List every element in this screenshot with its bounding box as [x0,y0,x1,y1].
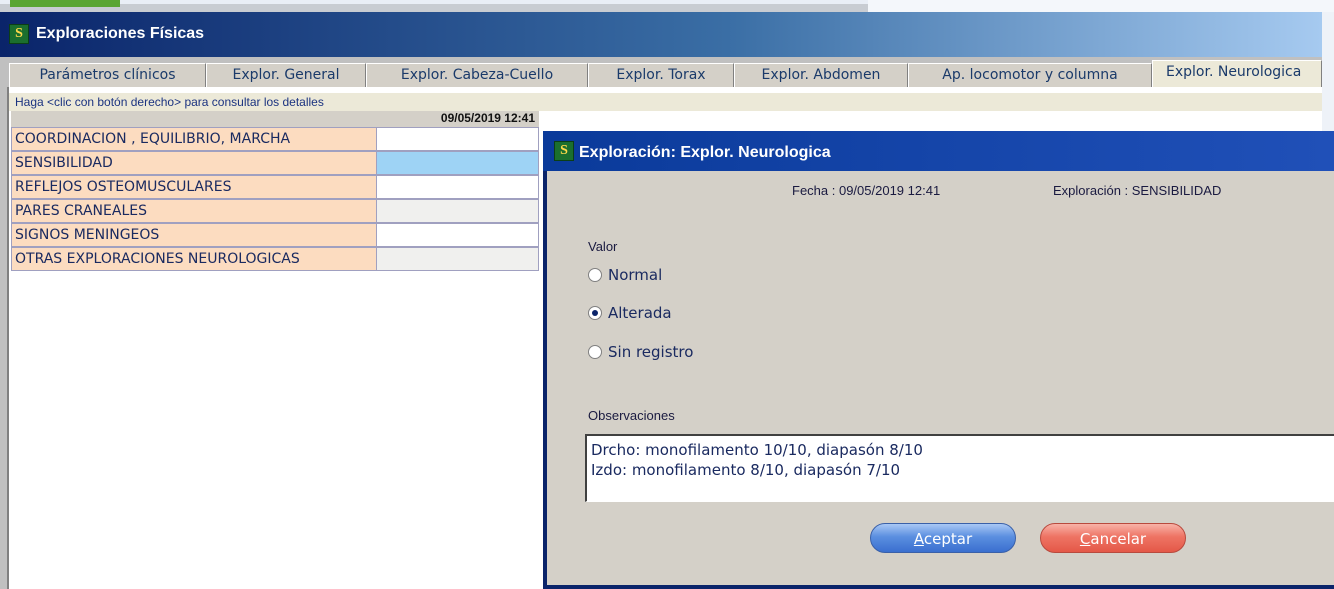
grid-row-label: PARES CRANEALES [11,199,377,223]
grid-row-label: REFLEJOS OSTEOMUSCULARES [11,175,377,199]
aceptar-label: ceptar [923,530,973,548]
grid-row-label: SIGNOS MENINGEOS [11,223,377,247]
grid-cell[interactable] [377,175,539,199]
grid-row-reflejos[interactable]: REFLEJOS OSTEOMUSCULARES [11,175,539,199]
tab-explor-abdomen[interactable]: Explor. Abdomen [734,63,908,87]
dialog-titlebar[interactable]: S Exploración: Explor. Neurologica [543,131,1334,171]
tab-explor-cabeza-cuello[interactable]: Explor. Cabeza-Cuello [366,63,588,87]
grid-row-pares-craneales[interactable]: PARES CRANEALES [11,199,539,223]
radio-sin-registro-circle[interactable] [588,345,602,359]
background-edge [1322,12,1334,132]
grid-cell[interactable] [377,247,539,271]
grid-cell-selected[interactable] [377,151,539,175]
tab-explor-torax[interactable]: Explor. Torax [588,63,734,87]
dialog-fecha: Fecha : 09/05/2019 12:41 [792,183,941,198]
cancelar-button[interactable]: Cancelar [1040,523,1186,553]
tab-ap-locomotor-columna[interactable]: Ap. locomotor y columna [908,63,1152,87]
grid-row-signos-meningeos[interactable]: SIGNOS MENINGEOS [11,223,539,247]
aceptar-mnemonic: A [913,530,924,548]
grid-header-blank [11,111,377,127]
tab-parametros-clinicos[interactable]: Parámetros clínicos [9,63,206,87]
radio-normal[interactable]: Normal [588,266,788,286]
grid-cell[interactable] [377,127,539,151]
grid-row-coordinacion[interactable]: COORDINACION , EQUILIBRIO, MARCHA [11,127,539,151]
window-titlebar[interactable]: S Exploraciones Físicas [0,12,1322,57]
observaciones-label: Observaciones [588,408,675,423]
observaciones-textarea[interactable]: Drcho: monofilamento 10/10, diapasón 8/1… [585,434,1334,502]
radio-normal-circle[interactable] [588,268,602,282]
grid-date-header: 09/05/2019 12:41 [377,111,539,127]
background-glow [868,0,1334,12]
tab-explor-neurologica[interactable]: Explor. Neurologica [1152,60,1322,87]
grid-cell[interactable] [377,199,539,223]
radio-sin-registro[interactable]: Sin registro [588,343,788,363]
exploracion-dialog: S Exploración: Explor. Neurologica Fecha… [543,131,1334,589]
radio-sin-registro-label[interactable]: Sin registro [608,343,693,361]
dialog-logo-icon: S [554,141,574,161]
tab-bar: Parámetros clínicos Explor. General Expl… [0,57,1322,87]
grid-row-label: OTRAS EXPLORACIONES NEUROLOGICAS [11,247,377,271]
valor-label: Valor [588,239,618,254]
window-title: Exploraciones Físicas [36,25,205,42]
dialog-title: Exploración: Explor. Neurologica [579,144,831,161]
dialog-body: Fecha : 09/05/2019 12:41 Exploración : S… [547,171,1334,585]
cancelar-label: ancelar [1090,530,1147,548]
grid-row-label: SENSIBILIDAD [11,151,377,175]
radio-alterada[interactable]: Alterada [588,304,788,324]
hint-text: Haga <clic con botón derecho> para consu… [15,95,324,109]
grid-cell[interactable] [377,223,539,247]
grid-row-label: COORDINACION , EQUILIBRIO, MARCHA [11,127,377,151]
app-logo-icon: S [9,24,29,44]
aceptar-button[interactable]: Aceptar [870,523,1016,553]
radio-normal-label[interactable]: Normal [608,266,662,284]
dialog-exploracion: Exploración : SENSIBILIDAD [1053,183,1222,198]
radio-alterada-circle[interactable] [588,306,602,320]
tab-explor-general[interactable]: Explor. General [206,63,366,87]
cancelar-mnemonic: C [1079,530,1091,548]
radio-alterada-label[interactable]: Alterada [608,304,672,322]
background-window-logo [10,0,120,7]
grid-row-otras-exploraciones[interactable]: OTRAS EXPLORACIONES NEUROLOGICAS [11,247,539,271]
grid-row-sensibilidad[interactable]: SENSIBILIDAD [11,151,539,175]
